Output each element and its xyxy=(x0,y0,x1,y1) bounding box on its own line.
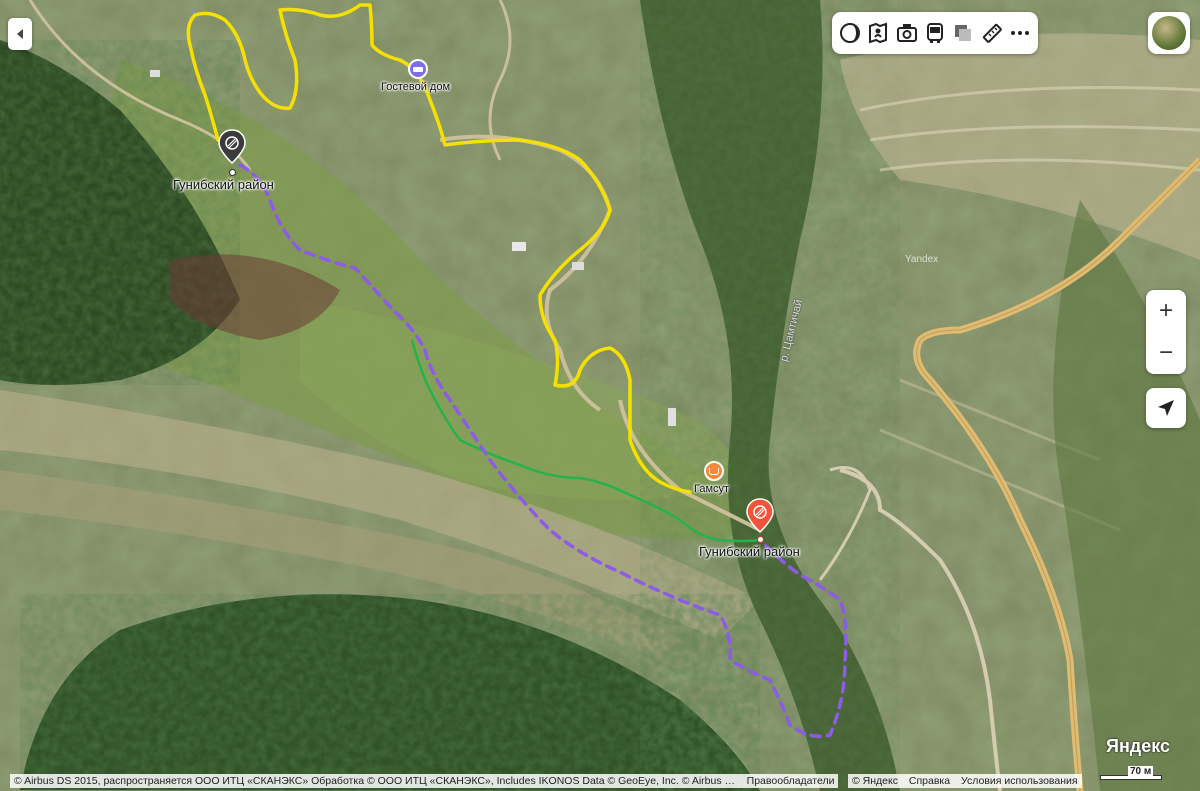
layers-button[interactable] xyxy=(836,18,864,48)
map-watermark: Yandex xyxy=(905,254,939,265)
zoom-in-button[interactable]: + xyxy=(1146,290,1186,332)
panorama-icon xyxy=(869,22,888,44)
triangle-left-icon xyxy=(17,29,23,39)
yandex-logo: Яндекс xyxy=(1106,736,1171,756)
transport-button[interactable] xyxy=(921,18,949,48)
start-point-dot xyxy=(229,169,236,176)
terms-link[interactable]: Условия использования xyxy=(961,775,1078,787)
layers-icon xyxy=(840,23,861,43)
photo-camera-icon xyxy=(896,24,917,42)
map-mode-icon xyxy=(955,25,972,41)
zoom-out-button[interactable]: − xyxy=(1146,332,1186,374)
end-district-label: Гунибский район xyxy=(699,544,800,559)
scale-label: 70 м xyxy=(1128,766,1154,777)
start-point-pin[interactable] xyxy=(218,129,246,165)
end-point-dot xyxy=(757,536,764,543)
user-avatar-button[interactable] xyxy=(1148,12,1190,54)
zoom-control: + − xyxy=(1146,290,1186,374)
gamsut-label: Гамсут xyxy=(694,483,730,495)
panorama-button[interactable] xyxy=(864,18,892,48)
avatar xyxy=(1152,16,1186,50)
map-toolbar xyxy=(832,12,1038,54)
bed-icon xyxy=(413,66,423,72)
more-button[interactable] xyxy=(1006,18,1034,48)
photos-button[interactable] xyxy=(893,18,921,48)
end-point-pin[interactable] xyxy=(746,498,774,534)
building xyxy=(668,408,676,426)
building xyxy=(512,242,526,251)
guest-house-poi[interactable] xyxy=(408,59,428,79)
cafe-poi[interactable] xyxy=(704,461,724,481)
attribution-text: © Airbus DS 2015, распространяется ООО И… xyxy=(14,775,735,787)
attribution-bar: © Airbus DS 2015, распространяется ООО И… xyxy=(10,774,839,788)
start-district-label: Гунибский район xyxy=(173,177,274,192)
footer-links: © Яндекс Справка Условия использования xyxy=(848,774,1082,788)
location-arrow-icon xyxy=(1158,400,1174,416)
my-location-button[interactable] xyxy=(1146,388,1186,428)
more-icon xyxy=(1010,31,1029,35)
guest-house-label: Гостевой дом xyxy=(381,81,451,93)
building xyxy=(572,262,584,270)
cup-icon xyxy=(709,467,719,475)
help-link[interactable]: Справка xyxy=(909,775,950,787)
ruler-button[interactable] xyxy=(977,18,1005,48)
building xyxy=(150,70,160,77)
transport-bus-icon xyxy=(926,23,943,43)
collapse-panel-button[interactable] xyxy=(8,18,32,50)
yandex-copyright: © Яндекс xyxy=(852,775,898,787)
satellite-map[interactable] xyxy=(0,0,1200,791)
rights-holders-link[interactable]: Правообладатели xyxy=(747,775,835,787)
scale-bar: 70 м xyxy=(1100,766,1190,782)
ruler-icon xyxy=(982,23,1002,43)
map-mode-button[interactable] xyxy=(949,18,977,48)
